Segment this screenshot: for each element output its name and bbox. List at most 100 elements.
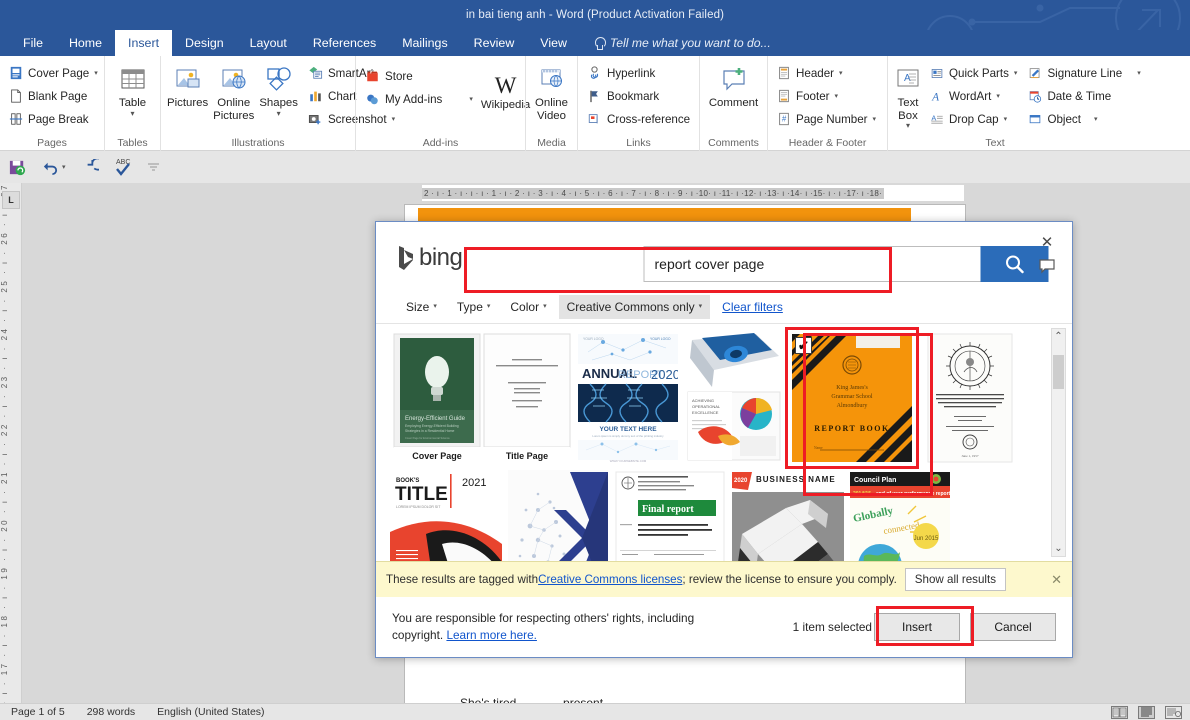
svg-text:TITLE: TITLE (395, 484, 448, 505)
tell-me-box[interactable]: Tell me what you want to do... (580, 30, 771, 56)
pictures-button[interactable]: Pictures (165, 61, 210, 110)
selection-checkbox[interactable]: ✔ (795, 337, 812, 354)
online-pictures-button[interactable]: Online Pictures (211, 61, 256, 122)
result-report-book-orange[interactable]: ✔ King James's Grammar School Almondbury… (785, 327, 919, 469)
blank-page-icon (11, 89, 21, 103)
feedback-icon[interactable] (1038, 258, 1058, 278)
quick-parts-button[interactable]: Quick Parts ▾ (925, 62, 1022, 84)
chevron-down-icon: ▾ (94, 69, 98, 77)
search-input[interactable]: report cover page (643, 246, 981, 282)
tab-mailings[interactable]: Mailings (389, 30, 460, 56)
date-time-button[interactable]: Date & Time (1023, 85, 1145, 107)
svg-text:OPERATIONAL: OPERATIONAL (692, 404, 721, 409)
insert-button[interactable]: Insert (874, 613, 960, 641)
store-button[interactable]: Store (360, 65, 478, 87)
redo-icon[interactable] (80, 158, 99, 176)
scrollbar-thumb[interactable] (1053, 355, 1064, 389)
status-word-count[interactable]: 298 words (76, 706, 146, 718)
horizontal-ruler[interactable]: 2 · ı · 1 · ı · ı · ı · 1 · ı · 2 · ı · … (422, 185, 964, 201)
my-addins-button[interactable]: My Add-ins ▾ (360, 88, 478, 110)
dismiss-notice-icon[interactable]: ✕ (1043, 572, 1062, 588)
svg-text:Cover Page for Environmental S: Cover Page for Environmental Science (405, 436, 450, 440)
drop-cap-button[interactable]: A Drop Cap ▾ (925, 108, 1022, 130)
result-books-title-2021[interactable]: BOOK'S TITLE LOREM IPSUM DOLOR SIT 2021 (390, 470, 502, 561)
online-video-button[interactable]: Online Video (530, 61, 573, 122)
clear-filters-link[interactable]: Clear filters (722, 300, 783, 314)
close-icon[interactable]: ✕ (1037, 232, 1057, 252)
object-button[interactable]: Object ▾ (1023, 108, 1145, 130)
ribbon-tab-bar: File Home Insert Design Layout Reference… (0, 30, 1190, 56)
web-layout-icon[interactable] (1165, 706, 1182, 719)
results-scrollbar[interactable]: ⌃ ⌄ (1051, 328, 1066, 557)
result-final-report-green[interactable]: Final report (614, 470, 726, 561)
creative-commons-link[interactable]: Creative Commons licenses (538, 573, 682, 586)
tab-references[interactable]: References (300, 30, 389, 56)
tab-view[interactable]: View (527, 30, 580, 56)
results-grid: Energy-Efficient Guide Employing Energy-… (390, 327, 1044, 561)
filter-color[interactable]: Color ▾ (502, 295, 554, 319)
header-button[interactable]: Header ▾ (772, 62, 881, 84)
scroll-down-icon[interactable]: ⌄ (1054, 541, 1062, 556)
status-language[interactable]: English (United States) (146, 706, 275, 718)
ribbon-tabs: File Home Insert Design Layout Reference… (0, 30, 1190, 56)
wordart-button[interactable]: A WordArt ▾ (925, 85, 1022, 107)
page-break-button[interactable]: Page Break (4, 108, 103, 130)
filter-creative-commons[interactable]: Creative Commons only ▾ (558, 294, 711, 319)
tab-design[interactable]: Design (172, 30, 237, 56)
scroll-up-icon[interactable]: ⌃ (1054, 329, 1062, 344)
table-button[interactable]: Table ▾ (109, 61, 156, 118)
cancel-button[interactable]: Cancel (970, 613, 1056, 641)
hyperlink-button[interactable]: Hyperlink (582, 62, 695, 84)
read-mode-icon[interactable] (1111, 706, 1128, 719)
status-page-number[interactable]: Page 1 of 5 (0, 706, 76, 718)
group-label-pages: Pages (37, 137, 67, 149)
group-label-tables: Tables (117, 137, 148, 149)
shapes-label: Shapes (259, 97, 298, 109)
dialog-action-buttons: Insert Cancel (874, 613, 1056, 641)
signature-line-button[interactable]: Signature Line ▾ (1023, 62, 1145, 84)
chevron-down-icon: ▾ (433, 303, 437, 310)
result-annual-report-2020[interactable]: YOUR LOGO YOUR LOGO ANNUAL REPORT 2020 Y… (578, 332, 678, 464)
filter-type[interactable]: Type ▾ (449, 295, 499, 319)
blank-page-button[interactable]: Blank Page (4, 85, 103, 107)
learn-more-link[interactable]: Learn more here. (446, 628, 537, 642)
tab-insert[interactable]: Insert (115, 30, 173, 56)
chevron-down-icon: ▾ (839, 69, 843, 77)
print-layout-icon[interactable] (1138, 706, 1155, 719)
ribbon-group-comments: Comment Comments (699, 56, 767, 151)
footer-button[interactable]: Footer ▾ (772, 85, 881, 107)
comment-button[interactable]: Comment (704, 61, 763, 110)
tab-review[interactable]: Review (461, 30, 528, 56)
tab-stop-selector[interactable]: L (2, 191, 20, 209)
svg-text:LOREM IPSUM DOLOR SIT: LOREM IPSUM DOLOR SIT (396, 505, 441, 509)
save-icon[interactable] (8, 158, 27, 177)
results-grid-container[interactable]: Energy-Efficient Guide Employing Energy-… (376, 324, 1072, 561)
undo-icon[interactable]: ▾ (41, 159, 66, 176)
result-council-plan-report[interactable]: Council Plan 2014/15 end of year perform… (850, 470, 950, 561)
cross-reference-button[interactable]: Cross-reference (582, 108, 695, 130)
selection-count-label: 1 item selected (792, 620, 872, 634)
result-vintage-certificate-cover[interactable]: June 1, 1957 (920, 332, 1020, 464)
ribbon: Cover Page ▾ Blank Page Page Break Pages… (0, 56, 1190, 151)
text-box-button[interactable]: A Text Box ▾ (892, 61, 924, 130)
wordart-label: WordArt (949, 89, 992, 103)
spelling-check-icon[interactable]: ABC (113, 156, 133, 178)
tab-home[interactable]: Home (56, 30, 115, 56)
result-business-name-2020[interactable]: 2020 BUSINESS NAME (732, 470, 844, 561)
page-number-button[interactable]: # Page Number ▾ (772, 108, 881, 130)
search-icon (1006, 255, 1024, 274)
cover-page-button[interactable]: Cover Page ▾ (4, 62, 103, 84)
tab-file[interactable]: File (10, 30, 56, 56)
bookmark-button[interactable]: Bookmark (582, 85, 695, 107)
shapes-button[interactable]: Shapes ▾ (257, 61, 300, 118)
result-operational-excellence-brochure[interactable]: ACHIEVING OPERATIONAL EXCELLENCE (684, 332, 784, 464)
filter-size[interactable]: Size ▾ (398, 295, 445, 319)
search-area: report cover page (643, 246, 1049, 282)
result-energy-efficient-guide-cover[interactable]: Energy-Efficient Guide Employing Energy-… (390, 332, 572, 464)
show-all-results-button[interactable]: Show all results (904, 568, 1006, 591)
result-blue-chevron-cover[interactable] (508, 470, 608, 561)
quick-parts-icon (931, 68, 943, 78)
customize-qat-icon[interactable] (147, 162, 160, 172)
tab-layout[interactable]: Layout (237, 30, 300, 56)
chevron-down-icon: ▾ (872, 115, 877, 123)
